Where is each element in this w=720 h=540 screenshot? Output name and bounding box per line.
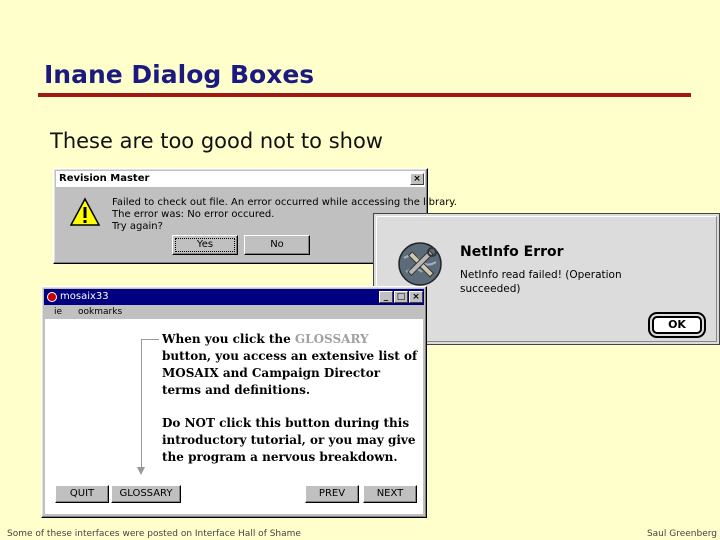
tutorial-paragraph-2: Do NOT click this button during this int…: [162, 416, 416, 464]
mosaix-titlebar[interactable]: mosaix33 _ □ ×: [44, 289, 424, 305]
next-button-label: NEXT: [376, 488, 404, 499]
no-button-label: No: [270, 239, 284, 250]
netinfo-tools-icon: [398, 242, 442, 286]
slide-subtitle: These are too good not to show: [50, 129, 383, 153]
close-button[interactable]: ×: [410, 173, 424, 185]
menu-bar: ie ookmarks: [44, 306, 424, 319]
yes-button[interactable]: Yes: [172, 235, 238, 255]
quit-button-label: QUIT: [69, 488, 95, 499]
prev-button[interactable]: PREV: [305, 485, 359, 503]
footer-author: Saul Greenberg: [646, 529, 717, 539]
footer-credit: Some of these interfaces were posted on …: [7, 529, 301, 539]
tutorial-paragraph-1: When you click the GLOSSARY button, you …: [162, 332, 418, 397]
glossary-button-label: GLOSSARY: [119, 488, 173, 499]
mosaix-window: mosaix33 _ □ × ie ookmarks When you clic…: [41, 286, 427, 518]
revision-master-titlebar[interactable]: Revision Master ×: [56, 171, 425, 187]
slide-title: Inane Dialog Boxes: [44, 60, 315, 89]
close-icon: ×: [412, 292, 420, 302]
no-button[interactable]: No: [244, 235, 310, 255]
next-button[interactable]: NEXT: [363, 485, 417, 503]
menu-item-view[interactable]: ie: [54, 306, 62, 319]
glossary-button[interactable]: GLOSSARY: [111, 485, 181, 503]
mosaix-title: mosaix33: [60, 291, 109, 302]
pointer-arrow: [141, 339, 159, 469]
title-rule: [38, 93, 691, 97]
maximize-icon: □: [396, 292, 406, 302]
netinfo-message: NetInfo read failed! (Operation succeede…: [460, 269, 622, 295]
pointer-arrow-head: [137, 467, 145, 475]
close-button[interactable]: ×: [409, 291, 423, 303]
revision-master-title: Revision Master: [59, 173, 150, 184]
app-icon: [47, 292, 57, 302]
content-area: When you click the GLOSSARY button, you …: [45, 319, 423, 514]
yes-button-label: Yes: [196, 239, 214, 250]
minimize-icon: _: [383, 292, 389, 302]
ok-button[interactable]: OK: [652, 316, 702, 334]
maximize-button[interactable]: □: [394, 291, 408, 303]
quit-button[interactable]: QUIT: [55, 485, 109, 503]
warning-icon: [69, 197, 101, 226]
glossary-highlight: GLOSSARY: [294, 332, 369, 346]
tutorial-text: When you click the GLOSSARY button, you …: [162, 331, 420, 466]
close-icon: ×: [413, 174, 421, 184]
menu-item-bookmarks[interactable]: ookmarks: [78, 306, 122, 319]
prev-button-label: PREV: [318, 488, 346, 499]
netinfo-title: NetInfo Error: [460, 244, 564, 260]
message-line-1: Failed to check out file. An error occur…: [112, 197, 457, 208]
revision-master-dialog: Revision Master × Failed to check out fi…: [53, 168, 457, 264]
minimize-button[interactable]: _: [379, 291, 393, 303]
ok-button-label: OK: [668, 318, 686, 331]
